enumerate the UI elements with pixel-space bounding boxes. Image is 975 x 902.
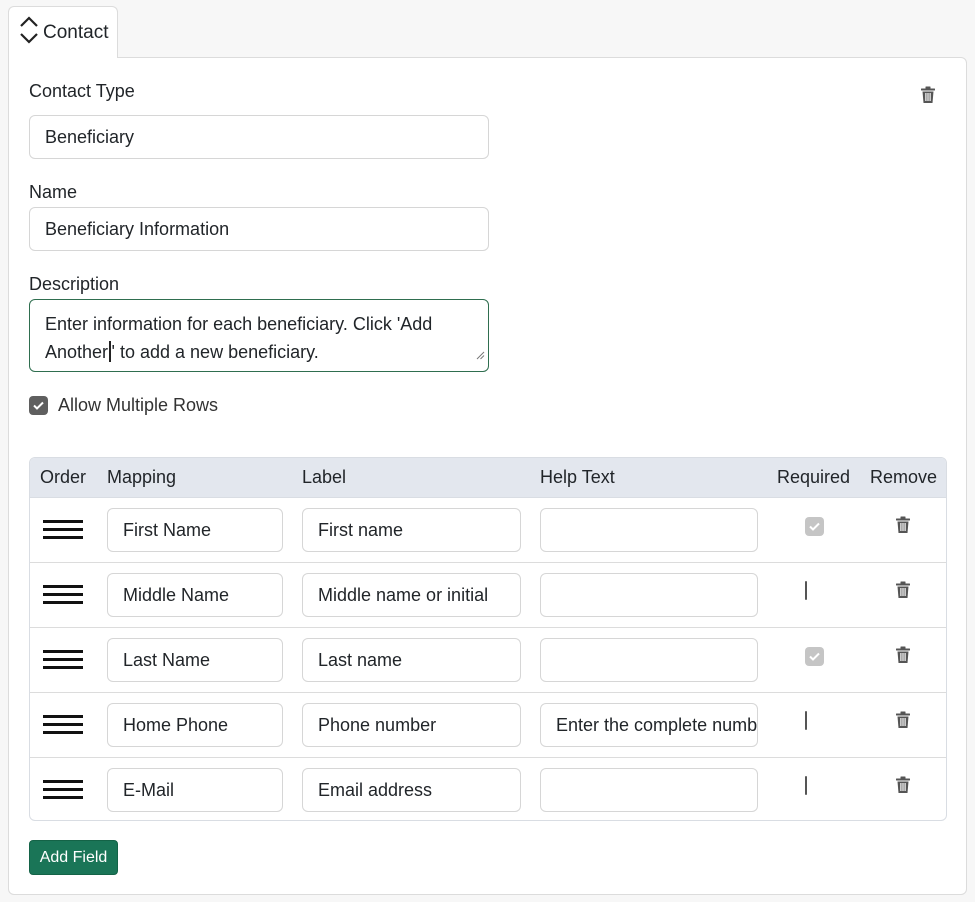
tab-contact[interactable]: Contact <box>8 6 118 58</box>
table-row: Middle Name Middle name or initial <box>30 563 946 628</box>
mapping-field[interactable]: E-Mail <box>107 768 283 812</box>
table-row: E-Mail Email address <box>30 758 946 820</box>
table-header: Order Mapping Label Help Text Required R… <box>30 458 946 498</box>
required-checkbox <box>805 647 824 666</box>
required-checkbox[interactable] <box>805 581 807 600</box>
drag-handle-icon[interactable] <box>43 584 83 611</box>
required-checkbox[interactable] <box>805 711 807 730</box>
remove-row-trash-icon[interactable] <box>895 516 911 539</box>
name-field[interactable]: Beneficiary Information <box>29 207 489 251</box>
mapping-value: Last Name <box>123 649 211 670</box>
mapping-value: Home Phone <box>123 714 229 735</box>
header-help-text: Help Text <box>540 467 615 487</box>
mapping-field[interactable]: Middle Name <box>107 573 283 617</box>
label-value: Middle name or initial <box>318 584 489 605</box>
name-label: Name <box>29 182 78 202</box>
resize-grip-icon[interactable] <box>476 340 485 368</box>
description-textarea[interactable]: Enter information for each beneficiary. … <box>29 299 489 372</box>
header-label: Label <box>302 467 347 487</box>
remove-row-trash-icon[interactable] <box>895 581 911 604</box>
fields-table: Order Mapping Label Help Text Required R… <box>29 457 947 821</box>
mapping-field[interactable]: Home Phone <box>107 703 283 747</box>
label-field[interactable]: Email address <box>302 768 521 812</box>
label-field[interactable]: Last name <box>302 638 521 682</box>
help-text-field[interactable] <box>540 768 758 812</box>
mapping-value: First Name <box>123 519 212 540</box>
allow-multiple-rows-checkbox[interactable] <box>29 396 48 415</box>
add-field-button[interactable]: Add Field <box>29 840 118 875</box>
help-text-field[interactable] <box>540 508 758 552</box>
remove-row-trash-icon[interactable] <box>895 646 911 669</box>
remove-row-trash-icon[interactable] <box>895 776 911 799</box>
header-remove: Remove <box>870 467 938 487</box>
header-mapping: Mapping <box>107 467 177 487</box>
expand-collapse-icon[interactable] <box>19 15 43 51</box>
table-row: Last Name Last name <box>30 628 946 693</box>
label-value: Phone number <box>318 714 437 735</box>
table-row: Home Phone Phone number Enter the comple… <box>30 693 946 758</box>
table-row: First Name First name <box>30 498 946 563</box>
name-value: Beneficiary Information <box>45 218 230 239</box>
delete-section-icon[interactable] <box>920 86 936 109</box>
help-text-field[interactable] <box>540 638 758 682</box>
description-text-after-cursor: ' to add a new beneficiary. <box>111 342 319 362</box>
contact-type-value: Beneficiary <box>45 126 135 147</box>
label-value: Last name <box>318 649 403 670</box>
tab-label: Contact <box>43 21 109 43</box>
label-field[interactable]: First name <box>302 508 521 552</box>
description-label: Description <box>29 274 120 294</box>
contact-section-card: Contact Type Beneficiary Name Beneficiar… <box>8 57 967 895</box>
mapping-field[interactable]: First Name <box>107 508 283 552</box>
contact-type-label: Contact Type <box>29 81 135 101</box>
help-text-field[interactable] <box>540 573 758 617</box>
label-value: Email address <box>318 779 433 800</box>
drag-handle-icon[interactable] <box>43 714 83 741</box>
remove-row-trash-icon[interactable] <box>895 711 911 734</box>
label-field[interactable]: Middle name or initial <box>302 573 521 617</box>
contact-type-field[interactable]: Beneficiary <box>29 115 489 159</box>
label-field[interactable]: Phone number <box>302 703 521 747</box>
text-cursor <box>109 341 111 362</box>
label-value: First name <box>318 519 404 540</box>
help-text-field[interactable]: Enter the complete number <box>540 703 758 747</box>
mapping-value: Middle Name <box>123 584 230 605</box>
allow-multiple-rows-toggle[interactable]: Allow Multiple Rows <box>29 395 218 416</box>
drag-handle-icon[interactable] <box>43 649 83 676</box>
header-order: Order <box>40 467 87 487</box>
mapping-value: E-Mail <box>123 779 175 800</box>
header-required: Required <box>777 467 851 487</box>
required-checkbox <box>805 517 824 536</box>
mapping-field[interactable]: Last Name <box>107 638 283 682</box>
allow-multiple-rows-label: Allow Multiple Rows <box>58 395 219 415</box>
drag-handle-icon[interactable] <box>43 519 83 546</box>
drag-handle-icon[interactable] <box>43 779 83 806</box>
required-checkbox[interactable] <box>805 776 807 795</box>
help-text-value: Enter the complete number <box>556 714 758 735</box>
